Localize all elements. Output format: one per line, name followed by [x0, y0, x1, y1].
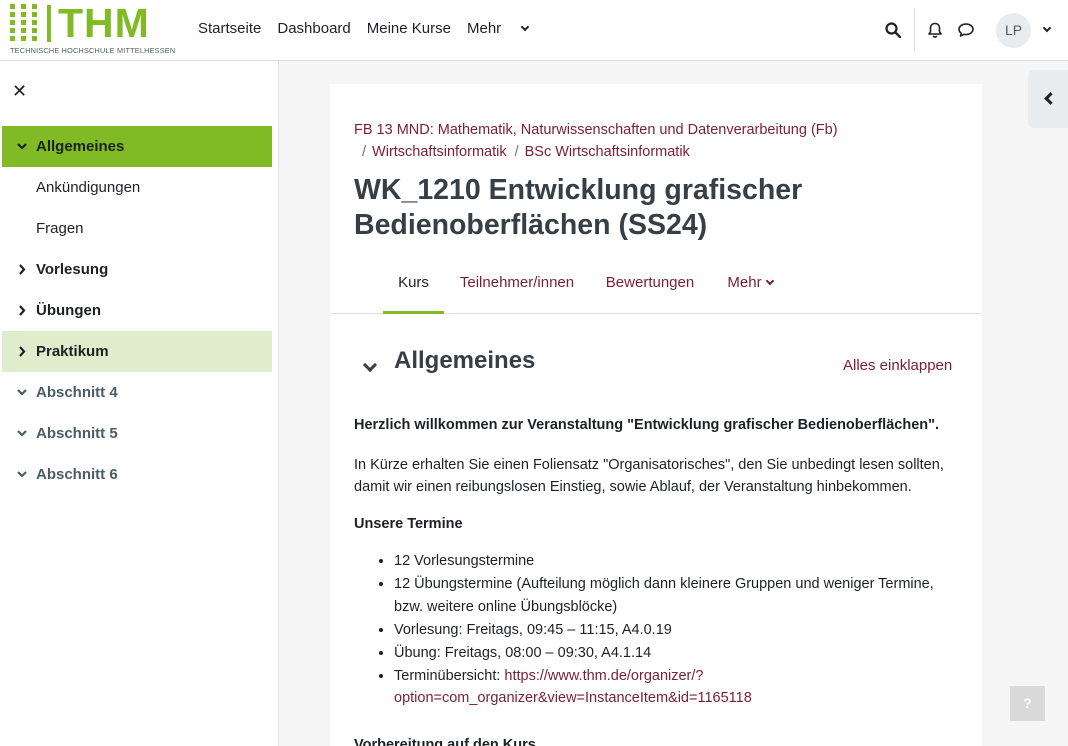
- user-avatar[interactable]: LP: [996, 13, 1031, 48]
- page-title-line-2: Bedienoberflächen (SS24): [354, 209, 708, 241]
- tab-mehr[interactable]: Mehr: [722, 266, 778, 314]
- page-title: WK_1210 Entwicklung grafischer Bedienobe…: [354, 173, 974, 243]
- collapse-all-link[interactable]: Alles einklappen: [843, 357, 952, 374]
- drawer-item-label: Abschnitt 5: [36, 425, 118, 442]
- breadcrumb: FB 13 MND: Mathematik, Naturwissenschaft…: [354, 119, 974, 163]
- drawer-item-abschnitt-6[interactable]: Abschnitt 6: [2, 454, 272, 495]
- page-title-line-1: WK_1210 Entwicklung grafischer: [354, 174, 803, 206]
- course-tabs: Kurs Teilnehmer/innen Bewertungen Mehr: [330, 266, 982, 314]
- logo-grid-icon: [10, 4, 37, 42]
- list-item: 12 Vorlesungstermine: [394, 550, 964, 573]
- chevron-right-icon: [19, 346, 26, 357]
- drawer-item-label: Übungen: [36, 302, 101, 319]
- tab-kurs[interactable]: Kurs: [383, 266, 444, 314]
- drawer-item-uebungen[interactable]: Übungen: [2, 290, 272, 331]
- close-icon[interactable]: ✕: [12, 81, 27, 102]
- logo-bar: [47, 5, 51, 42]
- primary-nav: Startseite Dashboard Meine Kurse Mehr: [198, 20, 560, 37]
- search-icon[interactable]: [885, 22, 901, 38]
- chevron-down-icon: [765, 276, 774, 286]
- chevron-down-icon: [520, 22, 530, 32]
- list-item: Terminübersicht: https://www.thm.de/orga…: [394, 665, 964, 710]
- dates-list: 12 Vorlesungstermine 12 Übungstermine (A…: [394, 550, 964, 710]
- drawer-item-label: Fragen: [36, 220, 84, 237]
- welcome-text: Herzlich willkommen zur Veranstaltung "E…: [354, 417, 940, 433]
- list-item: 12 Übungstermine (Aufteilung möglich dan…: [394, 573, 964, 618]
- bell-icon[interactable]: [926, 21, 944, 39]
- logo-text: THM: [58, 0, 150, 46]
- list-item: Vorlesung: Freitags, 09:45 – 11:15, A4.0…: [394, 619, 964, 642]
- drawer-item-label: Abschnitt 4: [36, 384, 118, 401]
- intro-text: In Kürze erhalten Sie einen Foliensatz "…: [354, 454, 964, 498]
- organizer-link-line-2: option=com_organizer&view=InstanceItem&i…: [394, 690, 752, 706]
- drawer-item-praktikum[interactable]: Praktikum: [2, 331, 272, 372]
- nav-dashboard[interactable]: Dashboard: [277, 20, 350, 37]
- message-icon[interactable]: [957, 21, 975, 39]
- breadcrumb-link-wirtschaftsinformatik[interactable]: Wirtschaftsinformatik: [372, 144, 507, 160]
- user-menu-chevron-down-icon[interactable]: [1042, 23, 1052, 33]
- chevron-down-icon: [17, 430, 27, 437]
- course-content-card: FB 13 MND: Mathematik, Naturwissenschaft…: [330, 84, 982, 746]
- intro-line-2: damit wir einen reibungslosen Einstieg, …: [354, 479, 912, 495]
- chevron-down-icon: [17, 389, 27, 396]
- section-chevron-down-icon[interactable]: [362, 357, 378, 373]
- drawer-item-label: Vorlesung: [36, 261, 109, 278]
- chevron-down-icon: [17, 471, 27, 478]
- section-title: Allgemeines: [394, 347, 536, 374]
- top-navbar: THM TECHNISCHE HOCHSCHULE MITTELHESSEN S…: [0, 0, 1068, 61]
- nav-mehr[interactable]: Mehr: [467, 20, 544, 37]
- breadcrumb-separator: /: [514, 144, 519, 160]
- organizer-link-line-1: https://www.thm.de/organizer/?: [504, 667, 704, 684]
- nav-mehr-label: Mehr: [466, 20, 502, 37]
- tab-bewertungen[interactable]: Bewertungen: [602, 266, 698, 314]
- course-index-drawer: ✕ Allgemeines Ankündigungen Fragen Vorle…: [0, 61, 279, 746]
- list-item: Übung: Freitags, 08:00 – 09:30, A4.1.14: [394, 642, 964, 665]
- next-heading: Vorbereitung auf den Kurs: [354, 737, 536, 746]
- help-button[interactable]: ?: [1010, 686, 1045, 721]
- drawer-item-label: Allgemeines: [36, 138, 125, 155]
- tab-mehr-label: Mehr: [727, 274, 762, 291]
- nav-meine-kurse[interactable]: Meine Kurse: [367, 20, 451, 37]
- drawer-item-abschnitt-5[interactable]: Abschnitt 5: [2, 413, 272, 454]
- chevron-left-icon: [1044, 92, 1057, 105]
- thm-logo[interactable]: THM TECHNISCHE HOCHSCHULE MITTELHESSEN: [10, 0, 175, 56]
- navbar-divider: [914, 8, 915, 52]
- drawer-item-label: Abschnitt 6: [36, 466, 118, 483]
- drawer-item-ankuendigungen[interactable]: Ankündigungen: [2, 167, 272, 208]
- intro-line-1: In Kürze erhalten Sie einen Foliensatz "…: [354, 457, 944, 473]
- tab-teilnehmer[interactable]: Teilnehmer/innen: [458, 266, 576, 314]
- drawer-item-label: Praktikum: [36, 343, 109, 360]
- open-block-drawer-button[interactable]: [1028, 70, 1068, 128]
- chevron-down-icon: [17, 143, 27, 150]
- list-item-line-2: bzw. weitere online Übungsblöcke): [394, 598, 618, 615]
- list-item-line-1: 12 Übungstermine (Aufteilung möglich dan…: [394, 576, 934, 592]
- drawer-item-abschnitt-4[interactable]: Abschnitt 4: [2, 372, 272, 413]
- overview-label: Terminübersicht:: [394, 667, 505, 684]
- nav-startseite[interactable]: Startseite: [198, 20, 261, 37]
- breadcrumb-link-bsc[interactable]: BSc Wirtschaftsinformatik: [525, 144, 690, 160]
- logo-subtitle: TECHNISCHE HOCHSCHULE MITTELHESSEN: [10, 46, 176, 55]
- chevron-right-icon: [19, 305, 26, 316]
- drawer-item-label: Ankündigungen: [36, 179, 141, 196]
- drawer-item-fragen[interactable]: Fragen: [2, 208, 272, 249]
- drawer-item-allgemeines[interactable]: Allgemeines: [2, 126, 272, 167]
- breadcrumb-separator: /: [362, 144, 367, 160]
- chevron-right-icon: [19, 264, 26, 275]
- breadcrumb-link-fb13[interactable]: FB 13 MND: Mathematik, Naturwissenschaft…: [354, 122, 838, 138]
- drawer-item-vorlesung[interactable]: Vorlesung: [2, 249, 272, 290]
- dates-heading: Unsere Termine: [354, 516, 463, 532]
